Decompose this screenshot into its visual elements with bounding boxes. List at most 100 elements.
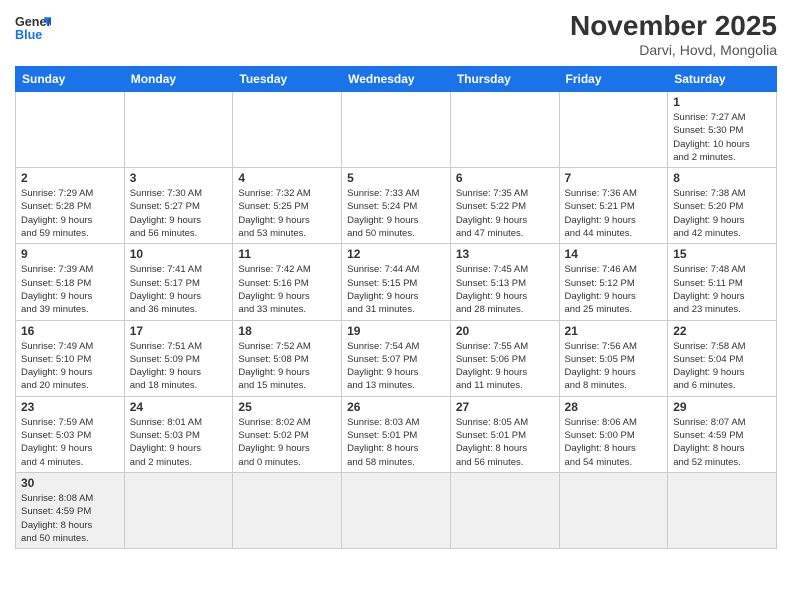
day-info: Sunrise: 7:59 AM Sunset: 5:03 PM Dayligh…: [21, 416, 119, 469]
calendar-day-cell: [233, 92, 342, 168]
calendar-day-cell: 6 Sunrise: 7:35 AM Sunset: 5:22 PM Daylig…: [450, 168, 559, 244]
calendar-day-cell: 9 Sunrise: 7:39 AM Sunset: 5:18 PM Daylig…: [16, 244, 125, 320]
weekday-header-row: Sunday Monday Tuesday Wednesday Thursday…: [16, 67, 777, 92]
day-info: Sunrise: 8:06 AM Sunset: 5:00 PM Dayligh…: [565, 416, 663, 469]
day-number: 4: [238, 171, 336, 185]
day-number: 30: [21, 476, 119, 490]
day-number: 22: [673, 324, 771, 338]
calendar-day-cell: 22 Sunrise: 7:58 AM Sunset: 5:04 PM Dayli…: [668, 320, 777, 396]
calendar-day-cell: 15Sunrise: 7:48 AM Sunset: 5:11 PM Dayli…: [668, 244, 777, 320]
day-number: 18: [238, 324, 336, 338]
calendar-day-cell: [559, 92, 668, 168]
calendar-day-cell: [124, 472, 233, 548]
calendar-day-cell: 20 Sunrise: 7:55 AM Sunset: 5:06 PM Dayli…: [450, 320, 559, 396]
day-info: Sunrise: 7:42 AM Sunset: 5:16 PM Dayligh…: [238, 263, 336, 316]
day-number: 6: [456, 171, 554, 185]
header-thursday: Thursday: [450, 67, 559, 92]
day-info: Sunrise: 7:58 AM Sunset: 5:04 PM Dayligh…: [673, 340, 771, 393]
day-number: 8: [673, 171, 771, 185]
day-number: 13: [456, 247, 554, 261]
day-number: 1: [673, 95, 771, 109]
calendar-table: Sunday Monday Tuesday Wednesday Thursday…: [15, 66, 777, 549]
day-info: Sunrise: 8:08 AM Sunset: 4:59 PM Dayligh…: [21, 492, 119, 545]
day-info: Sunrise: 7:29 AM Sunset: 5:28 PM Dayligh…: [21, 187, 119, 240]
logo: General Blue: [15, 10, 51, 46]
day-number: 11: [238, 247, 336, 261]
calendar-day-cell: 28Sunrise: 8:06 AM Sunset: 5:00 PM Dayli…: [559, 396, 668, 472]
calendar-day-cell: 21Sunrise: 7:56 AM Sunset: 5:05 PM Dayli…: [559, 320, 668, 396]
calendar-day-cell: 1Sunrise: 7:27 AM Sunset: 5:30 PM Daylig…: [668, 92, 777, 168]
calendar-day-cell: 26Sunrise: 8:03 AM Sunset: 5:01 PM Dayli…: [342, 396, 451, 472]
calendar-day-cell: 13 Sunrise: 7:45 AM Sunset: 5:13 PM Dayli…: [450, 244, 559, 320]
calendar-week-row: 30 Sunrise: 8:08 AM Sunset: 4:59 PM Dayli…: [16, 472, 777, 548]
calendar-day-cell: 2Sunrise: 7:29 AM Sunset: 5:28 PM Daylig…: [16, 168, 125, 244]
day-number: 12: [347, 247, 445, 261]
header-monday: Monday: [124, 67, 233, 92]
calendar-day-cell: 24 Sunrise: 8:01 AM Sunset: 5:03 PM Dayli…: [124, 396, 233, 472]
header: General Blue November 2025 Darvi, Hovd, …: [15, 10, 777, 58]
day-info: Sunrise: 7:56 AM Sunset: 5:05 PM Dayligh…: [565, 340, 663, 393]
calendar-day-cell: [450, 92, 559, 168]
month-year-heading: November 2025: [570, 10, 777, 42]
calendar-week-row: 23Sunrise: 7:59 AM Sunset: 5:03 PM Dayli…: [16, 396, 777, 472]
calendar-day-cell: 10Sunrise: 7:41 AM Sunset: 5:17 PM Dayli…: [124, 244, 233, 320]
day-info: Sunrise: 7:45 AM Sunset: 5:13 PM Dayligh…: [456, 263, 554, 316]
calendar-week-row: 2Sunrise: 7:29 AM Sunset: 5:28 PM Daylig…: [16, 168, 777, 244]
day-info: Sunrise: 8:01 AM Sunset: 5:03 PM Dayligh…: [130, 416, 228, 469]
header-friday: Friday: [559, 67, 668, 92]
day-info: Sunrise: 7:35 AM Sunset: 5:22 PM Dayligh…: [456, 187, 554, 240]
calendar-day-cell: 17Sunrise: 7:51 AM Sunset: 5:09 PM Dayli…: [124, 320, 233, 396]
day-number: 5: [347, 171, 445, 185]
day-number: 16: [21, 324, 119, 338]
calendar-day-cell: 29 Sunrise: 8:07 AM Sunset: 4:59 PM Dayli…: [668, 396, 777, 472]
calendar-day-cell: 7 Sunrise: 7:36 AM Sunset: 5:21 PM Daylig…: [559, 168, 668, 244]
calendar-week-row: 16 Sunrise: 7:49 AM Sunset: 5:10 PM Dayli…: [16, 320, 777, 396]
day-number: 27: [456, 400, 554, 414]
title-block: November 2025 Darvi, Hovd, Mongolia: [570, 10, 777, 58]
day-info: Sunrise: 8:07 AM Sunset: 4:59 PM Dayligh…: [673, 416, 771, 469]
calendar-day-cell: 25 Sunrise: 8:02 AM Sunset: 5:02 PM Dayli…: [233, 396, 342, 472]
day-info: Sunrise: 7:44 AM Sunset: 5:15 PM Dayligh…: [347, 263, 445, 316]
day-info: Sunrise: 7:30 AM Sunset: 5:27 PM Dayligh…: [130, 187, 228, 240]
calendar-day-cell: [668, 472, 777, 548]
calendar-day-cell: 27Sunrise: 8:05 AM Sunset: 5:01 PM Dayli…: [450, 396, 559, 472]
day-info: Sunrise: 7:48 AM Sunset: 5:11 PM Dayligh…: [673, 263, 771, 316]
day-number: 7: [565, 171, 663, 185]
calendar-day-cell: 30 Sunrise: 8:08 AM Sunset: 4:59 PM Dayli…: [16, 472, 125, 548]
calendar-day-cell: 16 Sunrise: 7:49 AM Sunset: 5:10 PM Dayli…: [16, 320, 125, 396]
calendar-day-cell: 5 Sunrise: 7:33 AM Sunset: 5:24 PM Daylig…: [342, 168, 451, 244]
location-heading: Darvi, Hovd, Mongolia: [570, 42, 777, 58]
day-info: Sunrise: 7:55 AM Sunset: 5:06 PM Dayligh…: [456, 340, 554, 393]
calendar-day-cell: 18 Sunrise: 7:52 AM Sunset: 5:08 PM Dayli…: [233, 320, 342, 396]
day-info: Sunrise: 7:38 AM Sunset: 5:20 PM Dayligh…: [673, 187, 771, 240]
day-number: 9: [21, 247, 119, 261]
day-info: Sunrise: 7:32 AM Sunset: 5:25 PM Dayligh…: [238, 187, 336, 240]
day-info: Sunrise: 7:51 AM Sunset: 5:09 PM Dayligh…: [130, 340, 228, 393]
day-number: 24: [130, 400, 228, 414]
day-info: Sunrise: 7:54 AM Sunset: 5:07 PM Dayligh…: [347, 340, 445, 393]
header-wednesday: Wednesday: [342, 67, 451, 92]
logo-icon: General Blue: [15, 10, 51, 46]
calendar-day-cell: 4 Sunrise: 7:32 AM Sunset: 5:25 PM Daylig…: [233, 168, 342, 244]
calendar-day-cell: 11 Sunrise: 7:42 AM Sunset: 5:16 PM Dayli…: [233, 244, 342, 320]
day-info: Sunrise: 7:39 AM Sunset: 5:18 PM Dayligh…: [21, 263, 119, 316]
day-number: 20: [456, 324, 554, 338]
day-number: 25: [238, 400, 336, 414]
svg-text:Blue: Blue: [15, 28, 42, 42]
day-info: Sunrise: 7:52 AM Sunset: 5:08 PM Dayligh…: [238, 340, 336, 393]
header-saturday: Saturday: [668, 67, 777, 92]
day-info: Sunrise: 8:02 AM Sunset: 5:02 PM Dayligh…: [238, 416, 336, 469]
day-info: Sunrise: 7:36 AM Sunset: 5:21 PM Dayligh…: [565, 187, 663, 240]
calendar-week-row: 9 Sunrise: 7:39 AM Sunset: 5:18 PM Daylig…: [16, 244, 777, 320]
day-info: Sunrise: 8:03 AM Sunset: 5:01 PM Dayligh…: [347, 416, 445, 469]
day-number: 19: [347, 324, 445, 338]
day-number: 29: [673, 400, 771, 414]
day-info: Sunrise: 7:33 AM Sunset: 5:24 PM Dayligh…: [347, 187, 445, 240]
calendar-day-cell: [450, 472, 559, 548]
day-info: Sunrise: 7:49 AM Sunset: 5:10 PM Dayligh…: [21, 340, 119, 393]
calendar-day-cell: [342, 472, 451, 548]
calendar-day-cell: 23Sunrise: 7:59 AM Sunset: 5:03 PM Dayli…: [16, 396, 125, 472]
day-info: Sunrise: 7:46 AM Sunset: 5:12 PM Dayligh…: [565, 263, 663, 316]
day-number: 10: [130, 247, 228, 261]
calendar-day-cell: [124, 92, 233, 168]
